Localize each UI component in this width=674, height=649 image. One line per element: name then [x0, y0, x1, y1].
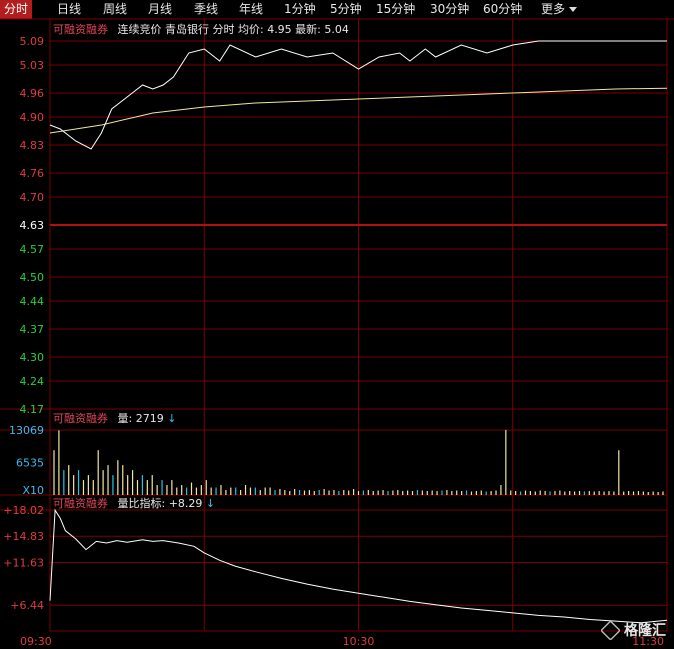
volume-tick-label: 6535 — [16, 456, 44, 469]
margin-trading-tag: 可融资融券 — [53, 412, 108, 425]
price-tick-label: 4.76 — [20, 167, 45, 180]
margin-trading-tag: 可融资融券 — [53, 23, 108, 36]
price-tick-label: 4.83 — [20, 139, 45, 152]
time-label: 09:30 — [20, 635, 52, 648]
down-arrow-icon: ↓ — [205, 497, 216, 510]
volume-unit-label: X10 — [22, 484, 44, 497]
watermark-text: 格隆汇 — [624, 622, 666, 639]
price-tick-label: 4.37 — [20, 323, 45, 336]
price-tick-label: 4.70 — [20, 191, 45, 204]
intraday-chart[interactable]: 5.09 5.03 4.96 4.90 4.83 4.76 4.70 4.63 4.57 4.50… — [0, 0, 674, 649]
volume-panel-header: 可融资融券 量: 2719 ↓ — [53, 411, 176, 427]
volume-ratio-info: 量比指标: +8.29 — [117, 497, 203, 510]
price-tick-label: 4.30 — [20, 351, 45, 364]
logo-icon — [600, 620, 621, 641]
price-tick-label: 4.57 — [20, 243, 45, 256]
price-tick-label: 4.50 — [20, 271, 45, 284]
ratio-tick-label: +18.02 — [3, 504, 44, 517]
price-tick-label: 4.24 — [20, 375, 45, 388]
price-tick-label: 4.90 — [20, 111, 45, 124]
volume-tick-label: 13069 — [9, 424, 44, 437]
price-tick-label: 5.03 — [20, 59, 45, 72]
margin-trading-tag: 可融资融券 — [53, 497, 108, 510]
ratio-panel-header: 可融资融券 量比指标: +8.29 ↓ — [53, 496, 215, 512]
volume-info: 量: 2719 — [117, 412, 164, 425]
ratio-tick-label: +11.63 — [3, 557, 44, 570]
ratio-tick-label: +14.83 — [3, 530, 44, 543]
price-tick-label: 4.44 — [20, 295, 45, 308]
watermark-logo: 格隆汇 — [600, 620, 666, 642]
price-info: 连续竞价 青岛银行 分时 均价: 4.95 最新: 5.04 — [117, 23, 349, 36]
price-tick-label: 4.63 — [20, 219, 45, 232]
price-panel-header: 可融资融券 连续竞价 青岛银行 分时 均价: 4.95 最新: 5.04 — [53, 22, 349, 38]
price-tick-label: 4.96 — [20, 87, 45, 100]
ratio-tick-label: +6.44 — [10, 599, 44, 612]
down-arrow-icon: ↓ — [167, 412, 177, 425]
price-tick-label: 5.09 — [20, 35, 45, 48]
price-tick-label: 4.17 — [20, 403, 45, 416]
time-label: 10:30 — [343, 635, 375, 648]
